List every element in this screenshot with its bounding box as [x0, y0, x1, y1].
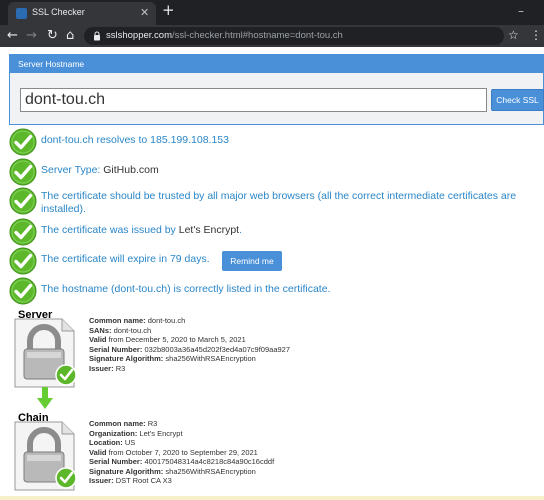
detail-row: Common name: dont-tou.ch [89, 316, 290, 326]
detail-label: Common name: [89, 419, 146, 428]
page-content: Server Hostname Check SSL dont-tou.ch re… [0, 47, 544, 500]
detail-value: sha256WithRSAEncryption [163, 354, 256, 363]
url-host: sslshopper.com [106, 30, 173, 41]
check-icon [9, 158, 37, 186]
expiry-text: The certificate will expire in 79 days. [41, 253, 210, 265]
certificate-label: Chain [18, 412, 49, 424]
certificate-padlock-icon [12, 412, 80, 492]
detail-row: Organization: Let's Encrypt [89, 429, 274, 439]
detail-row: Signature Algorithm: sha256WithRSAEncryp… [89, 354, 290, 364]
detail-row: Common name: R3 [89, 419, 274, 429]
detail-value: dont-tou.ch [145, 316, 186, 325]
issued-by-prefix: The certificate was issued by [41, 224, 179, 236]
detail-row: Issuer: DST Root CA X3 [89, 476, 274, 486]
detail-row: Serial Number: 400175048314a4c8218c84a90… [89, 457, 274, 467]
detail-label: Valid [89, 447, 107, 457]
check-icon [9, 277, 37, 305]
chain-arrow-icon [37, 387, 53, 409]
url-path: /ssl-checker.html#hostname=dont-tou.ch [172, 30, 343, 41]
tab-strip: SSL Checker ✕ + – [0, 0, 544, 25]
result-hostname-listed: The hostname (dont-tou.ch) is correctly … [9, 277, 544, 305]
url-text: sslshopper.com/ssl-checker.html#hostname… [106, 30, 343, 41]
address-bar[interactable]: sslshopper.com/ssl-checker.html#hostname… [84, 27, 504, 45]
detail-value: US [122, 438, 136, 447]
detail-row: Valid from October 7, 2020 to September … [89, 448, 274, 458]
server-type-text: Server Type: GitHub.com [41, 164, 544, 177]
detail-value: DST Root CA X3 [113, 476, 172, 485]
form-header: Server Hostname [10, 55, 543, 73]
star-icon[interactable]: ☆ [508, 28, 519, 42]
detail-label: Location: [89, 438, 123, 447]
certificate-label: Server [18, 309, 53, 321]
check-icon [9, 128, 37, 156]
detail-row: Serial Number: 032b8003a36a45d202f3ed4a0… [89, 345, 290, 355]
home-icon[interactable]: ⌂ [66, 28, 74, 43]
browser-tab[interactable]: SSL Checker ✕ [8, 2, 156, 25]
server-type-prefix: Server Type: [41, 164, 104, 176]
server-type-value: GitHub.com [103, 164, 159, 176]
detail-label: Issuer: [89, 363, 114, 373]
detail-value: R3 [145, 419, 158, 428]
detail-label: SANs: [89, 325, 112, 335]
check-icon [9, 218, 37, 246]
hostname-listed-text: The hostname (dont-tou.ch) is correctly … [41, 283, 331, 295]
result-server-type: Server Type: GitHub.com [9, 158, 544, 186]
detail-value: dont-tou.ch [111, 325, 152, 335]
forward-icon[interactable]: → [26, 28, 37, 43]
detail-label: Signature Algorithm: [89, 466, 164, 476]
chain-certificate: Chain Common name: R3 Organization: Let'… [12, 412, 532, 496]
lock-icon [94, 31, 100, 41]
plus-icon[interactable]: + [162, 3, 175, 18]
detail-label: Common name: [89, 316, 146, 325]
issued-by-value: Let's Encrypt [178, 224, 240, 236]
detail-row: Signature Algorithm: sha256WithRSAEncryp… [89, 467, 274, 477]
back-icon[interactable]: ← [7, 28, 18, 43]
detail-label: Signature Algorithm: [89, 354, 164, 363]
resolves-ip: 185.199.108.153 [150, 134, 229, 146]
hostname-input[interactable] [20, 88, 487, 112]
close-icon[interactable]: ✕ [140, 6, 149, 19]
trusted-text: The certificate should be trusted by all… [41, 190, 517, 215]
resolves-text: dont-tou.ch resolves to 185.199.108.153 [41, 134, 544, 147]
detail-row: Valid from December 5, 2020 to March 5, … [89, 335, 290, 345]
hostname-form: Server Hostname Check SSL [9, 54, 544, 125]
result-issued-by: The certificate was issued by Let's Encr… [9, 218, 544, 246]
detail-value: 400175048314a4c8218c84a90c16cddf [142, 457, 275, 466]
issued-by-suffix: . [239, 224, 243, 236]
minimize-icon[interactable]: – [518, 4, 524, 18]
issued-by-text: The certificate was issued by Let's Encr… [41, 224, 544, 237]
detail-value: R3 [113, 363, 126, 373]
browser-toolbar: ← → ↻ ⌂ sslshopper.com/ssl-checker.html#… [0, 25, 544, 47]
check-ssl-button[interactable]: Check SSL [491, 89, 544, 111]
detail-row: Location: US [89, 438, 274, 448]
detail-label: Valid [89, 335, 107, 344]
favicon-icon [16, 8, 27, 19]
page-footer-strip [0, 496, 544, 500]
resolves-prefix: dont-tou.ch resolves to [41, 134, 151, 146]
check-icon [9, 187, 37, 215]
detail-value: 032b8003a36a45d202f3ed4a07c9f09aa927 [142, 344, 291, 354]
detail-row: Issuer: R3 [89, 364, 290, 374]
remind-me-button[interactable]: Remind me [222, 251, 282, 271]
tab-title: SSL Checker [32, 7, 85, 17]
detail-value: from December 5, 2020 to March 5, 2021 [106, 335, 246, 344]
result-expiry: The certificate will expire in 79 days. … [9, 247, 544, 275]
menu-icon[interactable]: ⋮ [530, 28, 542, 42]
result-trusted: The certificate should be trusted by all… [9, 187, 544, 217]
detail-row: SANs: dont-tou.ch [89, 326, 290, 336]
detail-value: Let's Encrypt [137, 428, 183, 438]
certificate-padlock-icon [12, 309, 80, 389]
detail-label: Issuer: [89, 476, 114, 485]
detail-label: Serial Number: [89, 457, 143, 466]
result-resolves: dont-tou.ch resolves to 185.199.108.153 [9, 128, 544, 156]
detail-value: sha256WithRSAEncryption [163, 466, 256, 476]
detail-label: Serial Number: [89, 344, 143, 354]
reload-icon[interactable]: ↻ [47, 28, 58, 43]
detail-label: Organization: [89, 428, 138, 438]
check-icon [9, 247, 37, 275]
certificate-details: Common name: dont-tou.ch SANs: dont-tou.… [89, 316, 290, 373]
server-certificate: Server Common name: dont-tou.ch SANs: do… [12, 309, 532, 391]
certificate-details: Common name: R3 Organization: Let's Encr… [89, 419, 274, 486]
detail-value: from October 7, 2020 to September 29, 20… [106, 447, 258, 457]
